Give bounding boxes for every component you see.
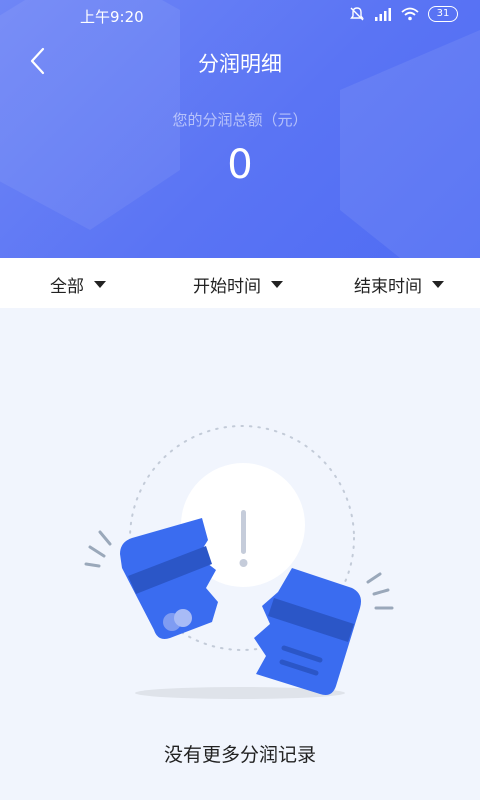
filter-end-time-label: 结束时间 [354, 277, 422, 297]
filter-start-time-label: 开始时间 [193, 277, 261, 297]
status-time: 上午9:20 [80, 8, 144, 26]
status-icons: 31 [349, 6, 458, 22]
status-bar: 上午9:20 31 [0, 0, 480, 32]
wifi-icon [401, 7, 419, 21]
mute-icon [350, 7, 364, 21]
filter-bar: 全部 开始时间 结束时间 [0, 258, 480, 308]
filter-end-time[interactable]: 结束时间 [354, 272, 444, 297]
header: 上午9:20 31 分润明细 您的分润总额（元） 0 [0, 0, 480, 258]
filter-all-label: 全部 [50, 277, 84, 297]
caret-down-icon [271, 281, 283, 288]
battery-icon: 31 [428, 6, 458, 22]
filter-start-time[interactable]: 开始时间 [193, 272, 283, 297]
page-title: 分润明细 [198, 52, 282, 76]
signal-icon [375, 8, 391, 21]
caret-down-icon [94, 281, 106, 288]
total-amount: 0 [227, 142, 253, 188]
filter-all[interactable]: 全部 [50, 272, 106, 297]
total-label: 您的分润总额（元） [172, 111, 308, 129]
empty-message: 没有更多分润记录 [163, 744, 316, 766]
caret-down-icon [432, 281, 444, 288]
broken-card-icon [84, 425, 394, 699]
